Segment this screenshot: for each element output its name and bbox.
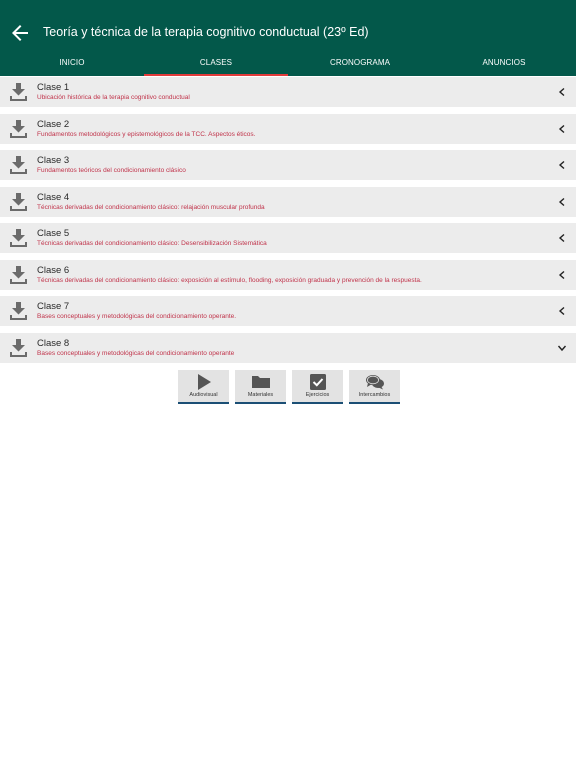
class-subtitle: Ubicación histórica de la terapia cognit… bbox=[37, 94, 190, 101]
download-icon[interactable] bbox=[10, 229, 27, 247]
class-subtitle: Fundamentos metodológicos y epistemológi… bbox=[37, 130, 256, 138]
chevron-left-icon[interactable] bbox=[557, 87, 567, 97]
class-title: Clase 1 bbox=[37, 82, 70, 93]
tool-label: Materiales bbox=[247, 392, 274, 398]
class-list: Clase 1 Ubicación histórica de la terapi… bbox=[0, 76, 576, 363]
page-title: Teoría y técnica de la terapia cognitivo… bbox=[43, 25, 369, 39]
download-icon[interactable] bbox=[10, 119, 27, 138]
class-row-6[interactable]: Clase 6 Técnicas derivadas del condicion… bbox=[0, 259, 576, 290]
checkbox-icon bbox=[309, 374, 326, 390]
chevron-left-icon[interactable] bbox=[557, 270, 567, 280]
class-row-7[interactable]: Clase 7 Bases conceptuales y metodológic… bbox=[0, 296, 576, 326]
class-row-2[interactable]: Clase 2 Fundamentos metodológicos y epis… bbox=[0, 113, 576, 144]
audiovisual-button[interactable]: Audiovisual bbox=[178, 370, 229, 404]
tab-bar: INICIO CLASES CRONOGRAMA ANUNCIOS bbox=[0, 52, 576, 76]
play-icon bbox=[197, 374, 211, 390]
class-row-5[interactable]: Clase 5 Técnicas derivadas del condicion… bbox=[0, 223, 576, 253]
tab-anuncios[interactable]: ANUNCIOS bbox=[432, 52, 576, 76]
tool-label: Ejercicios bbox=[305, 392, 330, 398]
arrow-left-icon[interactable] bbox=[8, 21, 32, 45]
class-subtitle: Fundamentos teóricos del condicionamient… bbox=[37, 167, 186, 174]
tab-inicio[interactable]: INICIO bbox=[0, 52, 144, 76]
tab-clases[interactable]: CLASES bbox=[144, 52, 288, 76]
download-icon[interactable] bbox=[10, 156, 27, 174]
download-icon[interactable] bbox=[10, 265, 27, 284]
tool-label: Intercambios bbox=[358, 392, 391, 398]
class-row-3[interactable]: Clase 3 Fundamentos teóricos del condici… bbox=[0, 150, 576, 180]
chevron-down-icon[interactable] bbox=[557, 343, 567, 353]
chevron-left-icon[interactable] bbox=[557, 197, 567, 207]
class-subtitle: Bases conceptuales y metodológicas del c… bbox=[37, 313, 237, 320]
class-title: Clase 5 bbox=[37, 228, 70, 239]
download-icon[interactable] bbox=[10, 83, 27, 101]
class-title: Clase 6 bbox=[37, 264, 70, 276]
class-tools: Audiovisual Materiales Ejercicios Interc… bbox=[178, 370, 400, 404]
chevron-left-icon[interactable] bbox=[557, 124, 567, 134]
materiales-button[interactable]: Materiales bbox=[235, 370, 286, 404]
folder-icon bbox=[251, 376, 270, 388]
class-subtitle: Técnicas derivadas del condicionamiento … bbox=[37, 203, 265, 211]
tab-cronograma[interactable]: CRONOGRAMA bbox=[288, 52, 432, 76]
class-title: Clase 7 bbox=[37, 301, 70, 312]
chevron-left-icon[interactable] bbox=[557, 160, 567, 170]
download-icon[interactable] bbox=[10, 338, 27, 357]
class-row-4[interactable]: Clase 4 Técnicas derivadas del condicion… bbox=[0, 186, 576, 217]
class-subtitle: Bases conceptuales y metodológicas del c… bbox=[37, 349, 235, 357]
app-bar: Teoría y técnica de la terapia cognitivo… bbox=[0, 0, 576, 76]
download-icon[interactable] bbox=[10, 192, 27, 211]
tool-label: Audiovisual bbox=[189, 392, 218, 398]
class-row-1[interactable]: Clase 1 Ubicación histórica de la terapi… bbox=[0, 77, 576, 107]
chat-bubbles-icon bbox=[365, 375, 384, 390]
class-subtitle: Técnicas derivadas del condicionamiento … bbox=[37, 276, 422, 284]
download-icon[interactable] bbox=[10, 302, 27, 320]
intercambios-button[interactable]: Intercambios bbox=[349, 370, 400, 404]
class-title: Clase 3 bbox=[37, 155, 70, 166]
chevron-left-icon[interactable] bbox=[557, 306, 567, 316]
class-subtitle: Técnicas derivadas del condicionamiento … bbox=[37, 240, 267, 247]
class-title: Clase 2 bbox=[37, 118, 70, 130]
class-title: Clase 8 bbox=[37, 337, 70, 349]
ejercicios-button[interactable]: Ejercicios bbox=[292, 370, 343, 404]
class-title: Clase 4 bbox=[37, 191, 70, 203]
chevron-left-icon[interactable] bbox=[557, 233, 567, 243]
class-row-8[interactable]: Clase 8 Bases conceptuales y metodológic… bbox=[0, 332, 576, 363]
